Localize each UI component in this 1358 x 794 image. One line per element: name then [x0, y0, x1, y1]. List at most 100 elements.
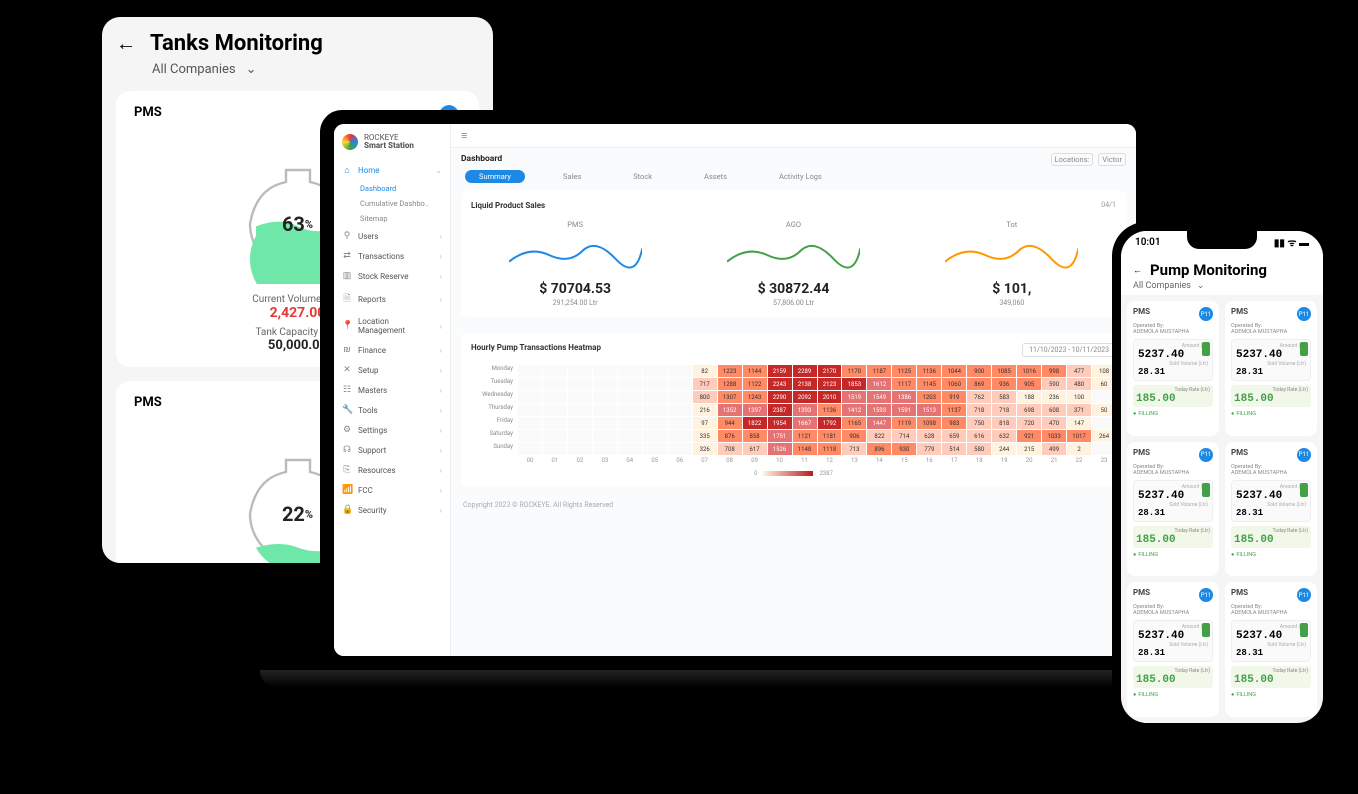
- heatmap-cell: 1181: [818, 430, 842, 442]
- heatmap-cell: [668, 378, 692, 390]
- heatmap-cell: 1447: [867, 417, 891, 429]
- copyright: Copyright 2023 © ROCKEYE. All Rights Res…: [451, 495, 1136, 515]
- sidebar-item-security[interactable]: 🔒Security›: [334, 500, 450, 520]
- heatmap-cell: 216: [693, 404, 717, 416]
- pump-card[interactable]: PMSP11Operated By:ADEMOLA MUSTAPHAAmount…: [1127, 301, 1219, 436]
- company-filter[interactable]: All Companies ⌄: [1133, 281, 1311, 291]
- main-content: ≡ Dashboard Locations: Victor SummarySal…: [451, 124, 1136, 656]
- sparkline-icon: [727, 235, 860, 275]
- sidebar-item-setup[interactable]: ✕Setup›: [334, 360, 450, 380]
- tank-product: PMS: [134, 105, 162, 120]
- sidebar-item-stock-reserve[interactable]: ▥Stock Reserve›: [334, 266, 450, 286]
- heatmap-cell: 1098: [917, 417, 941, 429]
- heatmap-cell: 905: [1017, 378, 1041, 390]
- date-range-picker[interactable]: 11/10/2023 - 10/11/2023: [1022, 343, 1116, 357]
- sidebar-sub-item[interactable]: Cumulative Dashbo..: [334, 196, 450, 211]
- sidebar-item-location-management[interactable]: 📍Location Management›: [334, 312, 450, 340]
- topbar: ≡: [451, 124, 1136, 148]
- pump-badge: P11: [1297, 307, 1311, 321]
- tab-stock[interactable]: Stock: [619, 170, 666, 183]
- chevron-right-icon: ›: [440, 272, 442, 281]
- heatmap-cell: 1121: [793, 430, 817, 442]
- sales-card-ago[interactable]: AGO$ 30872.4457,806.00 Ltr: [689, 220, 897, 307]
- heatmap-cell: [593, 430, 617, 442]
- sidebar-item-fcc[interactable]: 📶FCC›: [334, 480, 450, 500]
- pump-card[interactable]: PMSP11Operated By:ADEMOLA MUSTAPHAAmount…: [1225, 301, 1317, 436]
- tab-summary[interactable]: Summary: [465, 170, 525, 183]
- heatmap-cell: 779: [917, 443, 941, 455]
- heatmap-cell: 616: [967, 430, 991, 442]
- sales-card-pms[interactable]: PMS$ 70704.53291,254.00 Ltr: [471, 220, 679, 307]
- heatmap-cell: 335: [693, 430, 717, 442]
- heatmap-cell: [568, 443, 592, 455]
- heatmap-cell: [568, 378, 592, 390]
- pump-card[interactable]: PMSP11Operated By:ADEMOLA MUSTAPHAAmount…: [1225, 442, 1317, 577]
- heatmap-cell: 1386: [892, 391, 916, 403]
- heatmap-cell: 1136: [818, 404, 842, 416]
- heatmap-cell: 708: [718, 443, 742, 455]
- sidebar-item-tools[interactable]: 🔧Tools›: [334, 400, 450, 420]
- heatmap-cell: 1667: [793, 417, 817, 429]
- heatmap-row-label: Saturday: [471, 430, 517, 442]
- heatmap-cell: [593, 417, 617, 429]
- heatmap-cell: 906: [842, 430, 866, 442]
- heatmap-row-label: Friday: [471, 417, 517, 429]
- heatmap-cell: 983: [942, 417, 966, 429]
- heatmap-cell: 2289: [793, 365, 817, 377]
- back-icon[interactable]: ←: [116, 31, 136, 56]
- sales-card-tot[interactable]: Tot$ 101,349,060: [908, 220, 1116, 307]
- heatmap-cell: 1016: [1017, 365, 1041, 377]
- tab-sales[interactable]: Sales: [549, 170, 595, 183]
- heatmap-cell: 1519: [842, 391, 866, 403]
- sidebar-icon: ✕: [342, 365, 352, 375]
- tab-activity-logs[interactable]: Activity Logs: [765, 170, 836, 183]
- nozzle-icon: [1300, 483, 1308, 497]
- heatmap-cell: 1203: [917, 391, 941, 403]
- nozzle-icon: [1300, 623, 1308, 637]
- sidebar-icon: ☷: [342, 385, 352, 395]
- pump-card[interactable]: PMSP11Operated By:ADEMOLA MUSTAPHAAmount…: [1127, 442, 1219, 577]
- heatmap-cell: 477: [1067, 365, 1091, 377]
- sidebar-item-users[interactable]: ⚲Users›: [334, 226, 450, 246]
- pump-status: FILLING: [1231, 552, 1311, 558]
- chevron-right-icon: ›: [440, 232, 442, 241]
- sidebar-sub-item[interactable]: Dashboard: [334, 181, 450, 196]
- sidebar-item-home[interactable]: ⌂Home⌄: [334, 160, 450, 181]
- heatmap-cell: [568, 404, 592, 416]
- heatmap-cell: 590: [1042, 378, 1066, 390]
- heatmap-cell: [643, 378, 667, 390]
- chevron-right-icon: ›: [440, 386, 442, 395]
- pump-card[interactable]: PMSP11Operated By:ADEMOLA MUSTAPHAAmount…: [1225, 582, 1317, 717]
- heatmap-cell: 244: [992, 443, 1016, 455]
- phone-screen: 10:01 ▮▮ ᯤ ▬ ← Pump Monitoring All Compa…: [1121, 231, 1323, 723]
- tab-assets[interactable]: Assets: [690, 170, 741, 183]
- sidebar-sub-item[interactable]: Sitemap: [334, 211, 450, 226]
- back-icon[interactable]: ←: [1133, 265, 1142, 276]
- phone-device: 10:01 ▮▮ ᯤ ▬ ← Pump Monitoring All Compa…: [1112, 222, 1332, 732]
- heatmap-cell: 936: [992, 378, 1016, 390]
- pump-card[interactable]: PMSP11Operated By:ADEMOLA MUSTAPHAAmount…: [1127, 582, 1219, 717]
- heatmap-cell: [668, 391, 692, 403]
- menu-toggle-icon[interactable]: ≡: [461, 129, 467, 142]
- sidebar-item-reports[interactable]: 🗎Reports›: [334, 286, 450, 312]
- company-filter[interactable]: All Companies ⌄: [152, 62, 479, 77]
- heatmap-cell: 1288: [718, 378, 742, 390]
- sidebar-item-support[interactable]: ☊Support›: [334, 440, 450, 460]
- heatmap-cell: [618, 404, 642, 416]
- location-filter[interactable]: Locations: Victor: [1048, 155, 1126, 164]
- nozzle-icon: [1202, 342, 1210, 356]
- heatmap-cell: 1017: [1067, 430, 1091, 442]
- heatmap-xaxis: 0001020304050607080910111213141516171819…: [471, 457, 1116, 464]
- clock: 10:01: [1135, 237, 1161, 248]
- sidebar-item-resources[interactable]: ⎘Resources›: [334, 460, 450, 480]
- panel-date: 04/1: [1101, 201, 1116, 210]
- sidebar-icon: 📶: [342, 485, 352, 495]
- heatmap-cell: 944: [718, 417, 742, 429]
- sidebar-item-finance[interactable]: ₪Finance›: [334, 340, 450, 360]
- sidebar-item-transactions[interactable]: ⇄Transactions›: [334, 246, 450, 266]
- sidebar-item-masters[interactable]: ☷Masters›: [334, 380, 450, 400]
- heatmap-row-label: Monday: [471, 365, 517, 377]
- sparkline-icon: [945, 235, 1078, 275]
- heatmap-cell: [593, 404, 617, 416]
- sidebar-item-settings[interactable]: ⚙Settings›: [334, 420, 450, 440]
